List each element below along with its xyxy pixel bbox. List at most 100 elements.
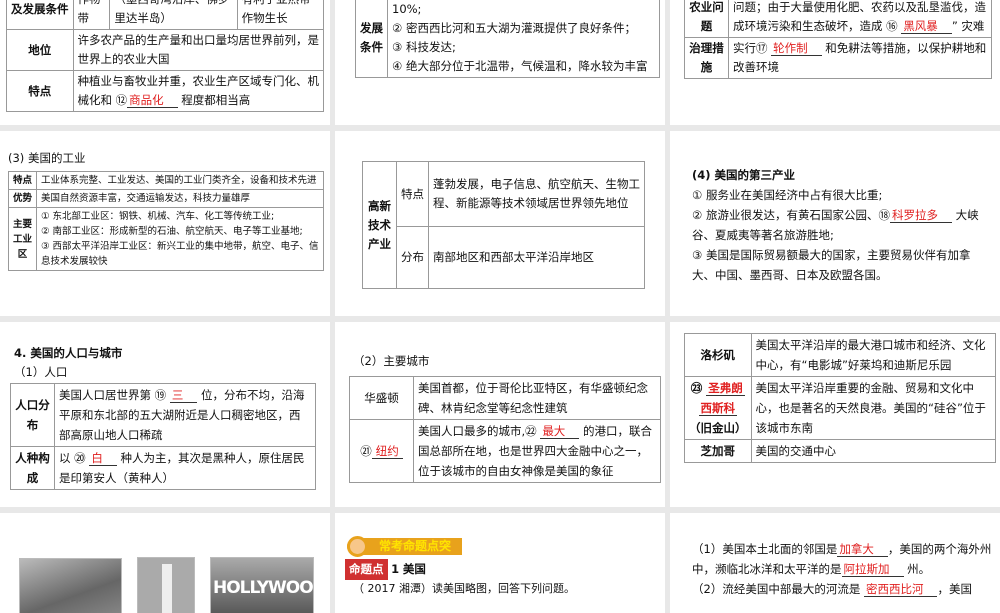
text: （1）美国本土北面的邻国是 xyxy=(692,542,838,556)
banner-text: 常考命题点突 xyxy=(379,539,452,553)
grand-canyon-photo xyxy=(19,558,122,613)
cell: 美国自然资源丰富，交通运输发达，科技力量雄厚 xyxy=(36,189,324,208)
line: ③ 科技发达; xyxy=(392,40,456,54)
text: ② 旅游业很发达，有黄石国家公园、⑱ xyxy=(692,208,890,222)
section-banner: 常考命题点突 xyxy=(347,536,462,557)
hightech-table: 高新技术产业 特点 蓬勃发展，电子信息、航空航天、生物工程、新能源等技术领域居世界领… xyxy=(362,161,645,289)
cell: ㉑纽约 xyxy=(349,419,414,483)
section-title: (4) 美国的第三产业 xyxy=(692,168,796,182)
cell: 实行⑰ 轮作制 和免耕法等措施，以保护耕地和改善环境 xyxy=(728,37,992,79)
question-text: （ 2017 湘潭）读美国略图，回答下列问题。 xyxy=(353,582,575,595)
topic-line: 命题点 1 美国 xyxy=(345,559,426,580)
answer: 科罗拉多 xyxy=(889,208,952,223)
hollywood-sign-text: HOLLYWOOD xyxy=(213,578,327,598)
cell: 有利于亚热带作物生长 xyxy=(236,0,325,30)
slide-major-cities[interactable]: （2）主要城市 华盛顿 美国首都，位于哥伦比亚特区，有华盛顿纪念碑、林肯纪念堂等纪… xyxy=(335,322,665,507)
cell: ① 东北部工业区：钢铁、机械、汽车、化工等传统工业; ② 南部工业区：形成新型的石… xyxy=(36,207,324,271)
answer: 纽约 xyxy=(371,444,403,459)
text: 以 ⑳ xyxy=(59,451,90,465)
cell: 美国太平洋沿岸重要的金融、贸易和文化中心，也是著名的天然良港。美国的“硅谷”位于… xyxy=(750,376,996,440)
answer: 三 xyxy=(169,388,198,403)
cell: 及发展条件 xyxy=(6,0,74,30)
cell: 主要工业区 xyxy=(7,207,38,271)
slide-tertiary[interactable]: (4) 美国的第三产业 ① 服务业在美国经济中占有很大比重; ② 旅游业很发达，… xyxy=(670,131,1000,316)
slide-agriculture-table[interactable]: 及发展条件作物带（墨西哥湾沿岸、佛罗里达半岛）有利于亚热带作物生长 地位许多农产… xyxy=(0,0,330,125)
questions-text: （1）美国本土北面的邻国是 加拿大 ，美国的两个海外州中，濒临北冰洋和太平洋的是 阿拉… xyxy=(692,539,992,599)
answer: 白 xyxy=(89,451,117,466)
answer: 密西西比河 xyxy=(863,582,938,597)
answer: 圣弗朗 xyxy=(706,381,745,396)
answer: 西斯科 xyxy=(698,401,737,416)
answer: 轮作制 xyxy=(771,41,822,56)
topic-tag: 命题点 xyxy=(345,559,388,580)
line: 10%; xyxy=(392,2,422,16)
cell: 人口分布 xyxy=(10,383,55,447)
text: ㉓ xyxy=(690,381,703,395)
text: （2）流经美国中部最大的河流是 xyxy=(692,582,864,596)
cell: 种植业与畜牧业并重，农业生产区域专门化、机械化和 ⑫ 商品化 程度都相当高 xyxy=(72,70,324,112)
slide-cities-west[interactable]: 洛杉矶 美国太平洋沿岸的最大港口城市和经济、文化中心，有“电影城”好莱坞和迪斯尼乐… xyxy=(670,322,1000,507)
slide-population[interactable]: 4. 美国的人口与城市 （1）人口 人口分布 美国人口居世界第 ⑲ 三 位，分布不… xyxy=(0,322,330,507)
line: ② 旅游业很发达，有黄石国家公园、⑱ 科罗拉多 大峡谷、夏威夷等著名旅游胜地; xyxy=(692,205,982,245)
slide-industry[interactable]: (3) 美国的工业 特点 工业体系完整、工业发达、美国的工业门类齐全，设备和技术先… xyxy=(0,131,330,316)
slide-exam-topics[interactable]: 常考命题点突 命题点 1 美国 （ 2017 湘潭）读美国略图，回答下列问题。 xyxy=(335,513,665,613)
cell: 地位 xyxy=(6,29,74,71)
cell: 芝加哥 xyxy=(684,439,752,463)
cell: 特点 xyxy=(396,161,429,227)
answer: 黑风暴 xyxy=(901,19,952,34)
line: ④ 绝大部分位于北温带，气候温和，降水较为丰富 xyxy=(392,59,648,73)
circle-icon xyxy=(347,536,368,557)
topic-number: 1 xyxy=(391,562,400,576)
slide-development-conditions[interactable]: 发展条件 10%; ② 密西西比河和五大湖为灌溉提供了良好条件； ③ 科技发达; ④ … xyxy=(335,0,665,125)
topic-title: 美国 xyxy=(402,562,426,576)
text: 美国人口居世界第 ⑲ xyxy=(59,388,170,402)
cell: （墨西哥湾沿岸、佛罗里达半岛） xyxy=(109,0,238,30)
cell: 华盛顿 xyxy=(349,376,414,420)
cell: 美国首都，位于哥伦比亚特区，有华盛顿纪念碑、林肯纪念堂等纪念性建筑 xyxy=(413,376,661,420)
cell: 作物带 xyxy=(72,0,111,30)
cell: 10%; ② 密西西比河和五大湖为灌溉提供了良好条件； ③ 科技发达; ④ 绝大部分位… xyxy=(387,0,660,78)
text: ” 灾难 xyxy=(951,19,985,33)
line: ② 密西西比河和五大湖为灌溉提供了良好条件； xyxy=(392,21,636,35)
slide-hightech[interactable]: 高新技术产业 特点 蓬勃发展，电子信息、航空航天、生物工程、新能源等技术领域居世界领… xyxy=(335,131,665,316)
cell: 蓬勃发展，电子信息、航空航天、生物工程、新能源等技术领域居世界领先地位 xyxy=(428,161,645,227)
line: ① 服务业在美国经济中占有很大比重; xyxy=(692,188,883,202)
text: （旧金山） xyxy=(689,421,747,435)
text: 程度都相当高 xyxy=(177,93,251,107)
cell: 治理措施 xyxy=(684,37,729,79)
statue-shape xyxy=(162,564,172,613)
text: 州。 xyxy=(903,562,931,576)
text: ，美国 xyxy=(937,582,972,596)
text: ㉑ xyxy=(360,444,372,458)
cell: 特点 xyxy=(7,171,38,190)
cell: 工业体系完整、工业发达、美国的工业门类齐全，设备和技术先进 xyxy=(36,171,324,190)
cell: 优势 xyxy=(7,189,38,208)
subsection-title: （1）人口 xyxy=(14,365,68,379)
cell: 南部地区和西部太平洋沿岸地区 xyxy=(428,226,645,289)
section-title: （2）主要城市 xyxy=(353,354,430,368)
cell: 美国太平洋沿岸的最大港口城市和经济、文化中心，有“电影城”好莱坞和迪斯尼乐园 xyxy=(750,333,996,377)
slide-questions[interactable]: （1）美国本土北面的邻国是 加拿大 ，美国的两个海外州中，濒临北冰洋和太平洋的是 阿拉… xyxy=(670,513,1000,613)
cell: 以 ⑳ 白 种人为主，其次是黑种人，原住居民是印第安人（黄种人） xyxy=(54,446,316,490)
cell: 人种构成 xyxy=(10,446,55,490)
text: 美国人口最多的城市,㉒ xyxy=(418,424,541,438)
cell: 高新技术产业 xyxy=(362,161,397,289)
cell: 美国的交通中心 xyxy=(750,439,996,463)
slide-landmark-photos[interactable]: HOLLYWOOD xyxy=(0,513,330,613)
cell: 特点 xyxy=(6,70,74,112)
population-table: 人口分布 美国人口居世界第 ⑲ 三 位，分布不均，沿海平原和东北部的五大湖附近是人… xyxy=(10,383,316,490)
cell: 农业问题 xyxy=(684,0,729,38)
line: ③ 西部太平洋沿岸工业区：新兴工业的集中地带，航空、电子、信息技术发展较快 xyxy=(41,241,319,267)
slide-agri-problems[interactable]: 农业问题 问题；由于大量使用化肥、农药以及乱垦滥伐，造成环境污染和生态破坏，造成 … xyxy=(670,0,1000,125)
cities-table: 华盛顿 美国首都，位于哥伦比亚特区，有华盛顿纪念碑、林肯纪念堂等纪念性建筑 ㉑纽约… xyxy=(349,376,661,483)
section-title: (3) 美国的工业 xyxy=(8,151,86,165)
cell: 美国人口最多的城市,㉒ 最大 的港口，联合国总部所在地，也是世界四大金融中心之一… xyxy=(413,419,661,483)
line: ③ 美国是国际贸易额最大的国家，主要贸易伙伴有加拿大、中国、墨西哥、日本及欧盟各… xyxy=(692,248,971,282)
cell: 许多农产品的生产量和出口量均居世界前列，是世界上的农业大国 xyxy=(72,29,324,71)
agriculture-table: 及发展条件作物带（墨西哥湾沿岸、佛罗里达半岛）有利于亚热带作物生长 地位许多农产… xyxy=(6,0,325,112)
west-cities-table: 洛杉矶 美国太平洋沿岸的最大港口城市和经济、文化中心，有“电影城”好莱坞和迪斯尼乐… xyxy=(684,333,996,463)
answer: 阿拉斯加 xyxy=(841,562,904,577)
cell: 洛杉矶 xyxy=(684,333,752,377)
line: ② 南部工业区：形成新型的石油、航空航天、电子等工业基地; xyxy=(41,226,303,237)
cell: 美国人口居世界第 ⑲ 三 位，分布不均，沿海平原和东北部的五大湖附近是人口稠密地… xyxy=(54,383,316,447)
